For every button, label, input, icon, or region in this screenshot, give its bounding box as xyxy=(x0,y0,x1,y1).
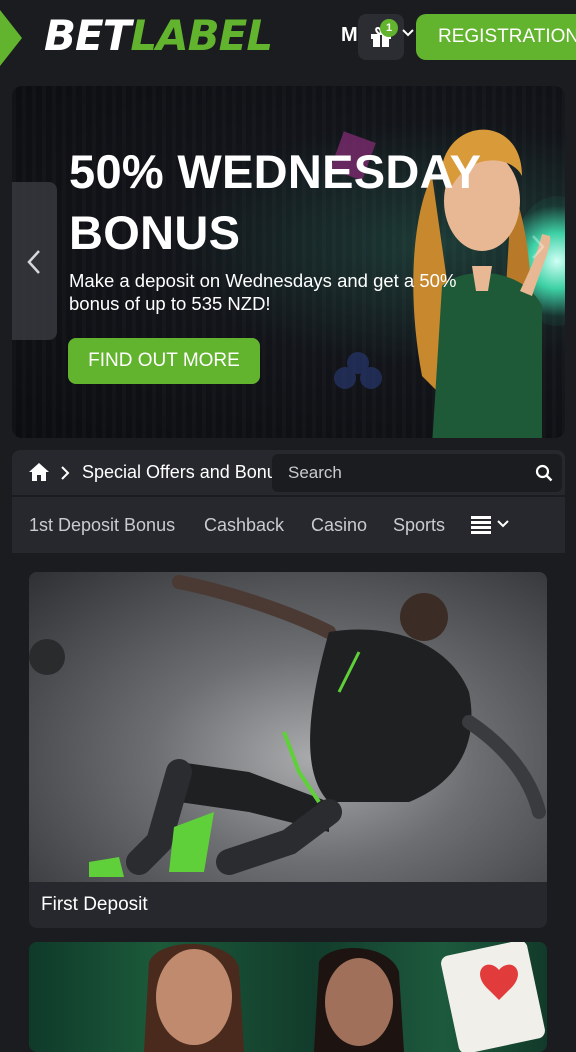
tab-cashback[interactable]: Cashback xyxy=(204,497,284,553)
betlabel-logo[interactable]: BETLABEL xyxy=(44,11,273,60)
language-selector[interactable]: M xyxy=(341,24,358,47)
breadcrumb-current[interactable]: Special Offers and Bonuses xyxy=(82,450,272,495)
category-tabs: 1st Deposit Bonus Cashback Casino Sports xyxy=(12,497,565,553)
search-input[interactable] xyxy=(288,454,518,492)
find-out-more-button[interactable]: FIND OUT MORE xyxy=(68,338,260,384)
clubs-suit-icon xyxy=(334,352,382,389)
search-icon[interactable] xyxy=(535,464,553,482)
casino-women-image xyxy=(29,942,547,1052)
gift-button[interactable] xyxy=(358,14,404,60)
promo-banner[interactable]: 50% WEDNESDAY BONUS Make a deposit on We… xyxy=(12,86,565,438)
gift-count-badge: 1 xyxy=(380,19,398,37)
casino-illustration xyxy=(144,942,545,1052)
tab-casino[interactable]: Casino xyxy=(311,497,367,553)
logo-label-text: LABEL xyxy=(130,11,273,60)
chevron-left-icon xyxy=(27,250,40,274)
tab-sports[interactable]: Sports xyxy=(393,497,445,553)
banner-title: 50% WEDNESDAY BONUS xyxy=(69,145,481,259)
chevron-down-icon[interactable] xyxy=(401,28,415,38)
logo-bet-text: BET xyxy=(44,11,131,60)
chevron-right-icon xyxy=(61,466,70,480)
football-player-image xyxy=(29,572,547,882)
football-player-illustration xyxy=(29,575,546,877)
banner-description: Make a deposit on Wednesdays and get a 5… xyxy=(69,270,457,314)
home-icon[interactable] xyxy=(28,462,50,482)
chevron-right-icon[interactable] xyxy=(530,234,546,260)
banner-prev-button[interactable] xyxy=(12,182,57,340)
menu-arrow-icon[interactable] xyxy=(0,10,22,66)
search-box[interactable] xyxy=(272,454,562,492)
top-header: BETLABEL M 1 REGISTRATION xyxy=(0,0,576,72)
registration-button[interactable]: REGISTRATION xyxy=(416,14,576,60)
promo-card-casino[interactable] xyxy=(29,942,547,1052)
promo-card-first-deposit[interactable]: First Deposit xyxy=(29,572,547,928)
more-categories-icon[interactable] xyxy=(471,515,513,535)
tab-1st-deposit-bonus[interactable]: 1st Deposit Bonus xyxy=(29,497,175,553)
card-caption: First Deposit xyxy=(41,894,148,915)
